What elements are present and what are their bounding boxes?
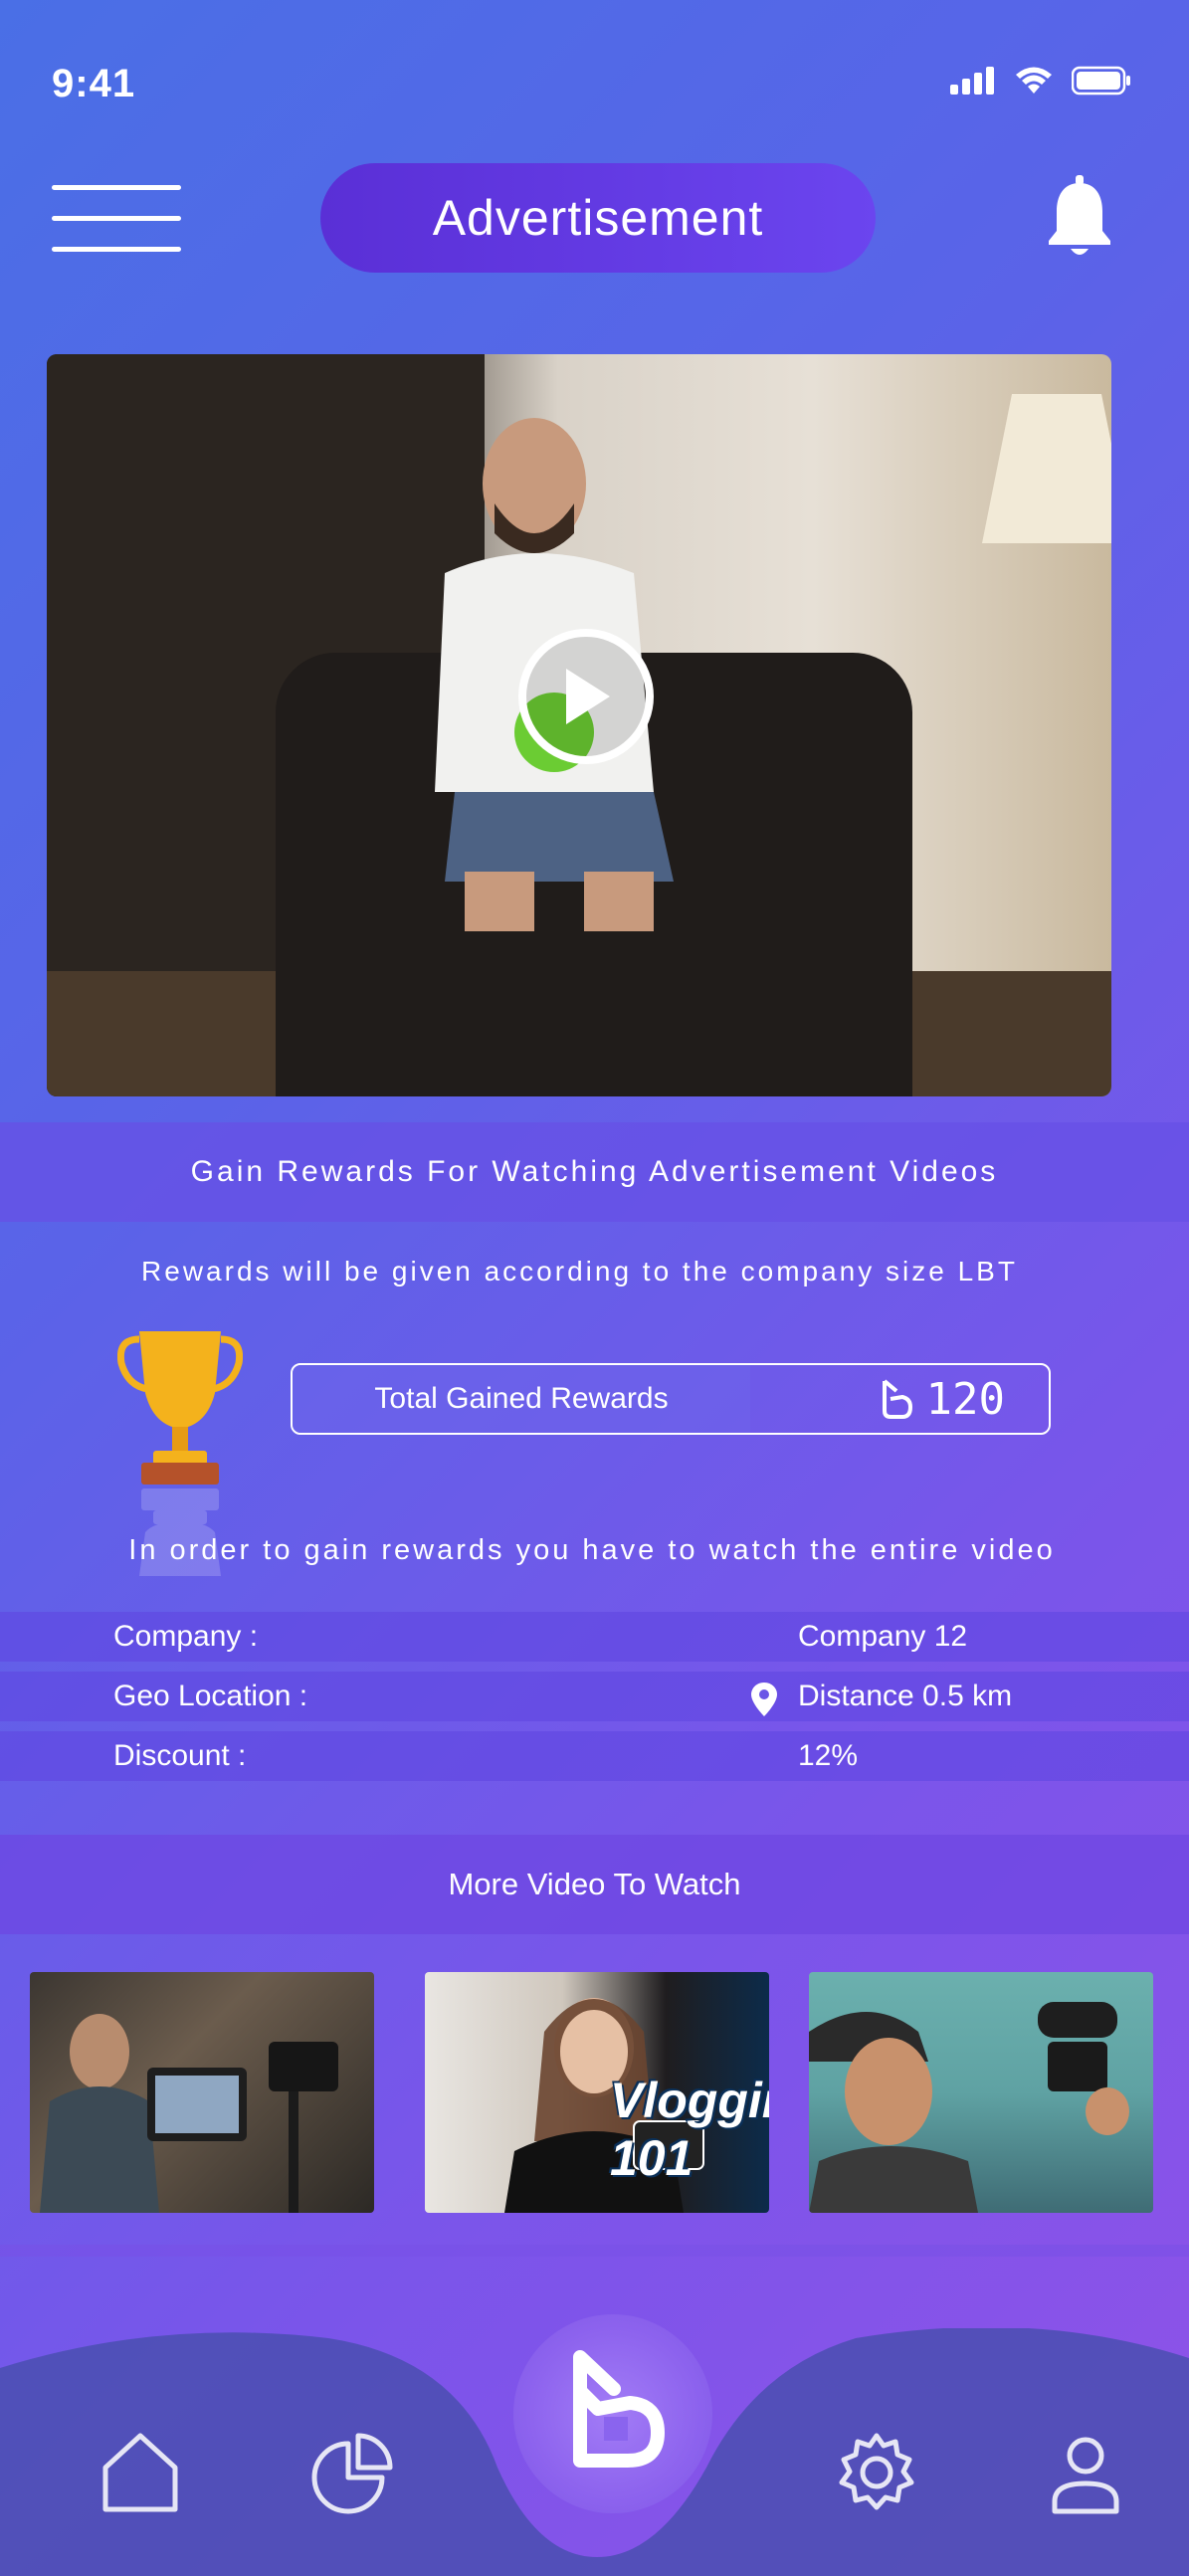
rewards-heading: Gain Rewards For Watching Advertisement … <box>0 1122 1189 1222</box>
profile-icon[interactable] <box>1041 2428 1130 2517</box>
total-rewards-value: 120 <box>925 1373 1005 1425</box>
settings-gear-icon[interactable] <box>832 2428 921 2517</box>
rewards-subtitle: Rewards will be given according to the c… <box>141 1256 1018 1287</box>
cellular-signal-icon <box>950 67 994 95</box>
lbt-coin-icon <box>882 1379 912 1419</box>
hamburger-menu-icon[interactable] <box>52 185 181 255</box>
play-icon <box>566 669 610 724</box>
home-icon[interactable] <box>96 2428 185 2517</box>
wifi-icon <box>1016 67 1052 94</box>
battery-icon <box>1072 66 1130 96</box>
brand-logo-icon <box>573 2350 665 2468</box>
center-home-button[interactable] <box>513 2314 712 2513</box>
detail-row-discount: Discount : 12% <box>0 1731 1189 1781</box>
location-pin-icon <box>751 1683 777 1716</box>
total-rewards-amount: 120 <box>750 1365 1049 1433</box>
bell-icon[interactable] <box>1047 175 1112 261</box>
video-scene-lamp <box>982 394 1111 543</box>
play-button[interactable] <box>518 629 654 764</box>
detail-value: Company 12 <box>798 1620 968 1653</box>
detail-label: Geo Location : <box>113 1680 308 1712</box>
status-icons <box>950 66 1131 96</box>
total-rewards-card: Total Gained Rewards 120 <box>291 1363 1051 1435</box>
video-thumbnail[interactable] <box>30 1972 374 2213</box>
video-thumbnail[interactable] <box>809 1972 1153 2213</box>
watch-notice: In order to gain rewards you have to wat… <box>128 1534 1056 1566</box>
detail-label: Discount : <box>113 1739 247 1772</box>
more-videos-heading: More Video To Watch <box>0 1835 1189 1934</box>
section-divider <box>0 2245 1189 2257</box>
page-title: Advertisement <box>320 163 876 273</box>
detail-row-geo-location: Geo Location : Distance 0.5 km <box>0 1672 1189 1721</box>
status-time: 9:41 <box>52 62 136 105</box>
detail-label: Company : <box>113 1620 259 1653</box>
thumbnail-overlay-text: Vlogging 101 <box>610 2073 769 2186</box>
thumbnail-scene <box>40 2014 338 2213</box>
thumbnail-scene <box>809 2002 1129 2213</box>
detail-value: 12% <box>798 1739 859 1772</box>
total-rewards-label: Total Gained Rewards <box>293 1365 750 1433</box>
detail-row-company: Company : Company 12 <box>0 1612 1189 1662</box>
video-thumbnail[interactable]: Vlogging 101 <box>425 1972 769 2213</box>
analytics-pie-icon[interactable] <box>308 2428 398 2517</box>
detail-value: Distance 0.5 km <box>798 1680 1013 1712</box>
